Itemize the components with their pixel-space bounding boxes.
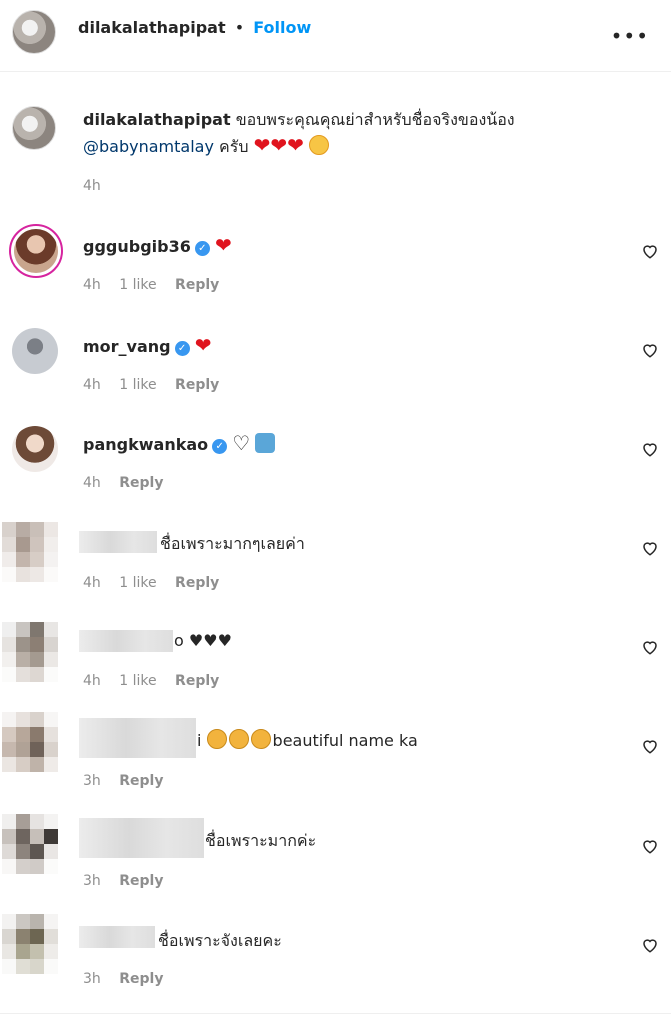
caption-text-2: ครับ <box>219 137 249 156</box>
red-heart-icon: ❤ <box>270 133 288 157</box>
comment-text: ชื่อเพราะมากค่ะ <box>205 831 317 850</box>
comment-time: 4h <box>83 575 101 591</box>
smiling-face-with-hearts-icon <box>308 135 329 155</box>
owner-avatar[interactable] <box>12 10 56 54</box>
caption-username[interactable]: dilakalathapipat <box>83 110 231 129</box>
heart-outline-icon[interactable] <box>641 936 659 954</box>
reply-button[interactable]: Reply <box>119 475 163 491</box>
reply-button[interactable]: Reply <box>175 377 219 393</box>
comment-time: 4h <box>83 277 101 293</box>
comment-meta: 3h Reply <box>83 873 177 889</box>
heart-outline-icon[interactable] <box>641 341 659 359</box>
comment-likes[interactable]: 1 like <box>119 575 156 591</box>
more-icon[interactable]: ••• <box>611 24 649 48</box>
commenter-avatar[interactable] <box>2 712 58 772</box>
caption-mention[interactable]: @babynamtalay <box>83 137 214 156</box>
blurred-username <box>79 718 196 758</box>
verified-icon: ✓ <box>174 341 190 356</box>
heart-outline-icon[interactable] <box>641 638 659 656</box>
heart-outline-icon[interactable] <box>641 539 659 557</box>
comment-text: ❤ <box>214 233 232 257</box>
clapping-hands-icon <box>206 729 227 749</box>
comment-time: 4h <box>83 673 101 689</box>
follow-button[interactable]: Follow <box>253 18 311 37</box>
header-username[interactable]: dilakalathapipat <box>78 18 226 37</box>
commenter-avatar[interactable] <box>12 426 58 472</box>
blurred-username <box>79 926 155 948</box>
heart-outline-icon[interactable] <box>641 242 659 260</box>
comment-meta: 4h 1 like Reply <box>83 575 233 591</box>
reply-button[interactable]: Reply <box>175 277 219 293</box>
blurred-username <box>79 531 157 553</box>
comment-text: ชื่อเพราะจังเลยคะ <box>158 931 282 950</box>
comment-username[interactable]: gggubgib36 <box>83 237 191 256</box>
comment-likes[interactable]: 1 like <box>119 377 156 393</box>
caption-text-line-1: dilakalathapipat ขอบพระคุณคุณย่าสำหรับชื… <box>83 108 515 133</box>
post-header: dilakalathapipat • Follow ••• <box>0 0 671 72</box>
heart-outline-icon[interactable] <box>641 440 659 458</box>
comment-meta: 3h Reply <box>83 971 177 987</box>
reply-button[interactable]: Reply <box>119 873 163 889</box>
comment-text: o ♥♥♥ <box>174 631 232 650</box>
clapping-hands-icon <box>250 729 271 749</box>
commenter-avatar[interactable] <box>2 914 58 974</box>
comment-meta: 4h 1 like Reply <box>83 377 233 393</box>
comment-meta: 4h 1 like Reply <box>83 277 233 293</box>
comment-text: ❤ <box>194 333 212 357</box>
reply-button[interactable]: Reply <box>119 971 163 987</box>
commenter-avatar[interactable] <box>9 224 63 278</box>
red-heart-icon: ❤ <box>287 133 304 157</box>
wave-icon <box>255 433 276 453</box>
heart-outline-icon[interactable] <box>641 837 659 855</box>
commenter-avatar[interactable] <box>2 814 58 874</box>
header-separator: • <box>234 18 245 37</box>
comment-text: ชื่อเพราะมากๆเลยค่า <box>160 534 305 553</box>
clapping-hands-icon <box>228 729 249 749</box>
blurred-username <box>79 630 173 652</box>
reply-button[interactable]: Reply <box>175 575 219 591</box>
comment-text: beautiful name ka <box>272 731 418 750</box>
divider <box>0 1013 671 1014</box>
comment-line: i beautiful name ka <box>197 729 418 750</box>
comment-text: ♡ <box>232 431 251 455</box>
red-heart-icon: ❤ <box>253 133 271 157</box>
caption-time: 4h <box>83 178 101 194</box>
comment-username[interactable]: mor_vang <box>83 337 171 356</box>
commenter-avatar[interactable] <box>2 622 58 682</box>
comment-time: 3h <box>83 873 101 889</box>
verified-icon: ✓ <box>194 241 210 256</box>
comment-prefix: i <box>197 731 202 750</box>
comment-username[interactable]: pangkwankao <box>83 435 208 454</box>
verified-icon: ✓ <box>212 439 228 454</box>
caption-text: ขอบพระคุณคุณย่าสำหรับชื่อจริงของน้อง <box>235 110 515 129</box>
commenter-avatar[interactable] <box>12 328 58 374</box>
caption-avatar[interactable] <box>12 106 56 150</box>
blurred-username <box>79 818 204 858</box>
comment-time: 4h <box>83 475 101 491</box>
comment-meta: 4h Reply <box>83 475 177 491</box>
comment-line: gggubgib36 ✓ ❤ <box>83 233 232 257</box>
comment-meta: 3h Reply <box>83 773 177 789</box>
comment-time: 4h <box>83 377 101 393</box>
comment-line: mor_vang ✓ ❤ <box>83 333 211 357</box>
comment-likes[interactable]: 1 like <box>119 673 156 689</box>
caption-text-line-2: @babynamtalay ครับ ❤❤❤ <box>83 133 329 160</box>
header-username-line: dilakalathapipat • Follow <box>78 18 311 37</box>
comment-time: 3h <box>83 971 101 987</box>
reply-button[interactable]: Reply <box>119 773 163 789</box>
comment-likes[interactable]: 1 like <box>119 277 156 293</box>
comment-line: pangkwankao ✓ ♡ <box>83 431 276 455</box>
commenter-avatar[interactable] <box>2 522 58 582</box>
comment-time: 3h <box>83 773 101 789</box>
heart-outline-icon[interactable] <box>641 737 659 755</box>
reply-button[interactable]: Reply <box>175 673 219 689</box>
comment-meta: 4h 1 like Reply <box>83 673 233 689</box>
